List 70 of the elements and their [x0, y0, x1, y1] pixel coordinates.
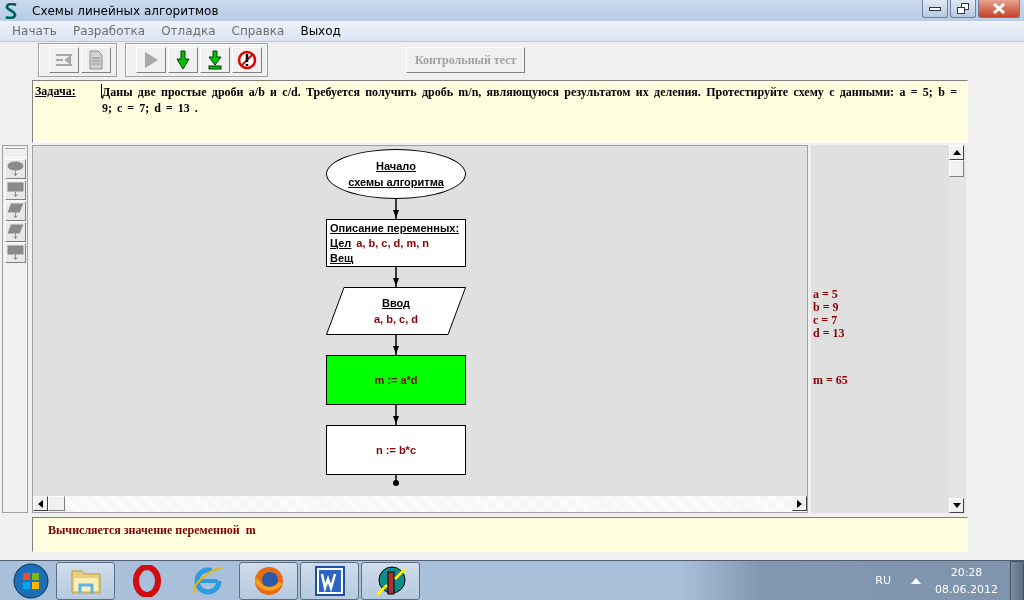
show-desktop-button[interactable] — [1010, 560, 1024, 600]
task-label: Задача: — [35, 84, 102, 98]
variable-value: d = 13 — [813, 327, 846, 340]
clock-date[interactable]: 08.06.2012 — [935, 580, 998, 598]
taskbar-button[interactable] — [361, 561, 420, 600]
variable-list: a, b, c, d, m, n — [356, 237, 430, 249]
block-title: Ввод — [381, 297, 411, 309]
scroll-up-button[interactable] — [949, 145, 964, 160]
scroll-down-button[interactable] — [949, 498, 964, 513]
down-arrow-to-line-icon — [208, 50, 222, 70]
palette-grip — [5, 148, 25, 158]
menu-item[interactable]: Выход — [292, 24, 349, 38]
taskbar-button[interactable] — [239, 561, 298, 600]
toolbar-button[interactable] — [200, 47, 230, 73]
minimize-icon — [929, 5, 941, 12]
lightning-pillar-icon — [374, 564, 407, 597]
window-title: Схемы линейных алгоритмов — [32, 3, 219, 18]
block-title: Описание переменных: — [330, 222, 460, 234]
palette-button[interactable] — [4, 159, 26, 179]
variable-list: a, b, c, d — [374, 313, 418, 325]
scroll-right-button[interactable] — [792, 496, 807, 511]
opera-o-icon — [132, 564, 161, 597]
palette-button[interactable] — [4, 180, 26, 200]
right-triangle-icon — [797, 499, 802, 508]
scroll-thumb[interactable] — [48, 496, 65, 511]
restore-icon — [957, 3, 969, 14]
left-triangle-icon — [38, 499, 43, 508]
toolbar-button[interactable] — [232, 47, 262, 73]
formula: m := a*d — [374, 374, 418, 386]
scroll-left-button[interactable] — [33, 496, 48, 511]
close-button[interactable] — [978, 0, 1020, 18]
rectangle-shape-icon — [6, 182, 24, 198]
terminator-shape-icon — [6, 161, 24, 177]
app-logo-icon — [4, 2, 18, 19]
type-label: Вещ — [330, 252, 354, 264]
clock-time[interactable]: 20:28 — [950, 563, 983, 581]
tray-expand-icon[interactable] — [911, 577, 921, 584]
variable-value: c = 7 — [813, 314, 839, 327]
palette-button[interactable] — [4, 222, 26, 242]
variable-value: a = 5 — [813, 288, 839, 301]
close-icon — [992, 3, 1006, 14]
fox-globe-icon — [252, 564, 285, 597]
language-indicator[interactable]: RU — [875, 574, 891, 587]
palette-button[interactable] — [4, 243, 26, 263]
play-icon — [143, 51, 159, 69]
status-message: Вычисляется значение переменной m — [32, 517, 968, 552]
formula: n := b*c — [375, 444, 416, 456]
task-text: Даны две простые дроби a/b и c/d. Требуется получить дробь m/n, являющуюся результатом их деления. Протестируйте схему с данными: a = 5; b = 9; c = 7; d = 13 . — [102, 84, 957, 117]
down-arrow-icon — [176, 50, 190, 70]
rectangle-shape-icon — [6, 245, 24, 261]
block-label: Начало схемы алгоритма — [348, 159, 444, 190]
vertical-scrollbar[interactable] — [949, 145, 966, 513]
document-icon — [87, 50, 105, 70]
scroll-thumb[interactable] — [949, 160, 964, 177]
parallelogram-shape-icon — [6, 224, 24, 240]
browser-e-icon — [190, 564, 225, 597]
down-triangle-icon — [952, 503, 961, 508]
restore-button[interactable] — [950, 0, 976, 18]
up-triangle-icon — [952, 150, 961, 155]
word-document-icon — [314, 565, 345, 596]
parallelogram-shape-icon — [6, 203, 24, 219]
palette-button[interactable] — [4, 201, 26, 221]
stop-icon — [237, 50, 257, 70]
horizontal-scrollbar[interactable] — [33, 496, 807, 512]
minimize-button[interactable] — [922, 0, 948, 18]
list-arrow-icon — [54, 51, 74, 69]
type-label: Цел — [330, 237, 352, 249]
variable-value: m = 65 — [813, 374, 849, 387]
taskbar-button[interactable] — [300, 561, 359, 600]
variable-value: b = 9 — [813, 301, 840, 314]
